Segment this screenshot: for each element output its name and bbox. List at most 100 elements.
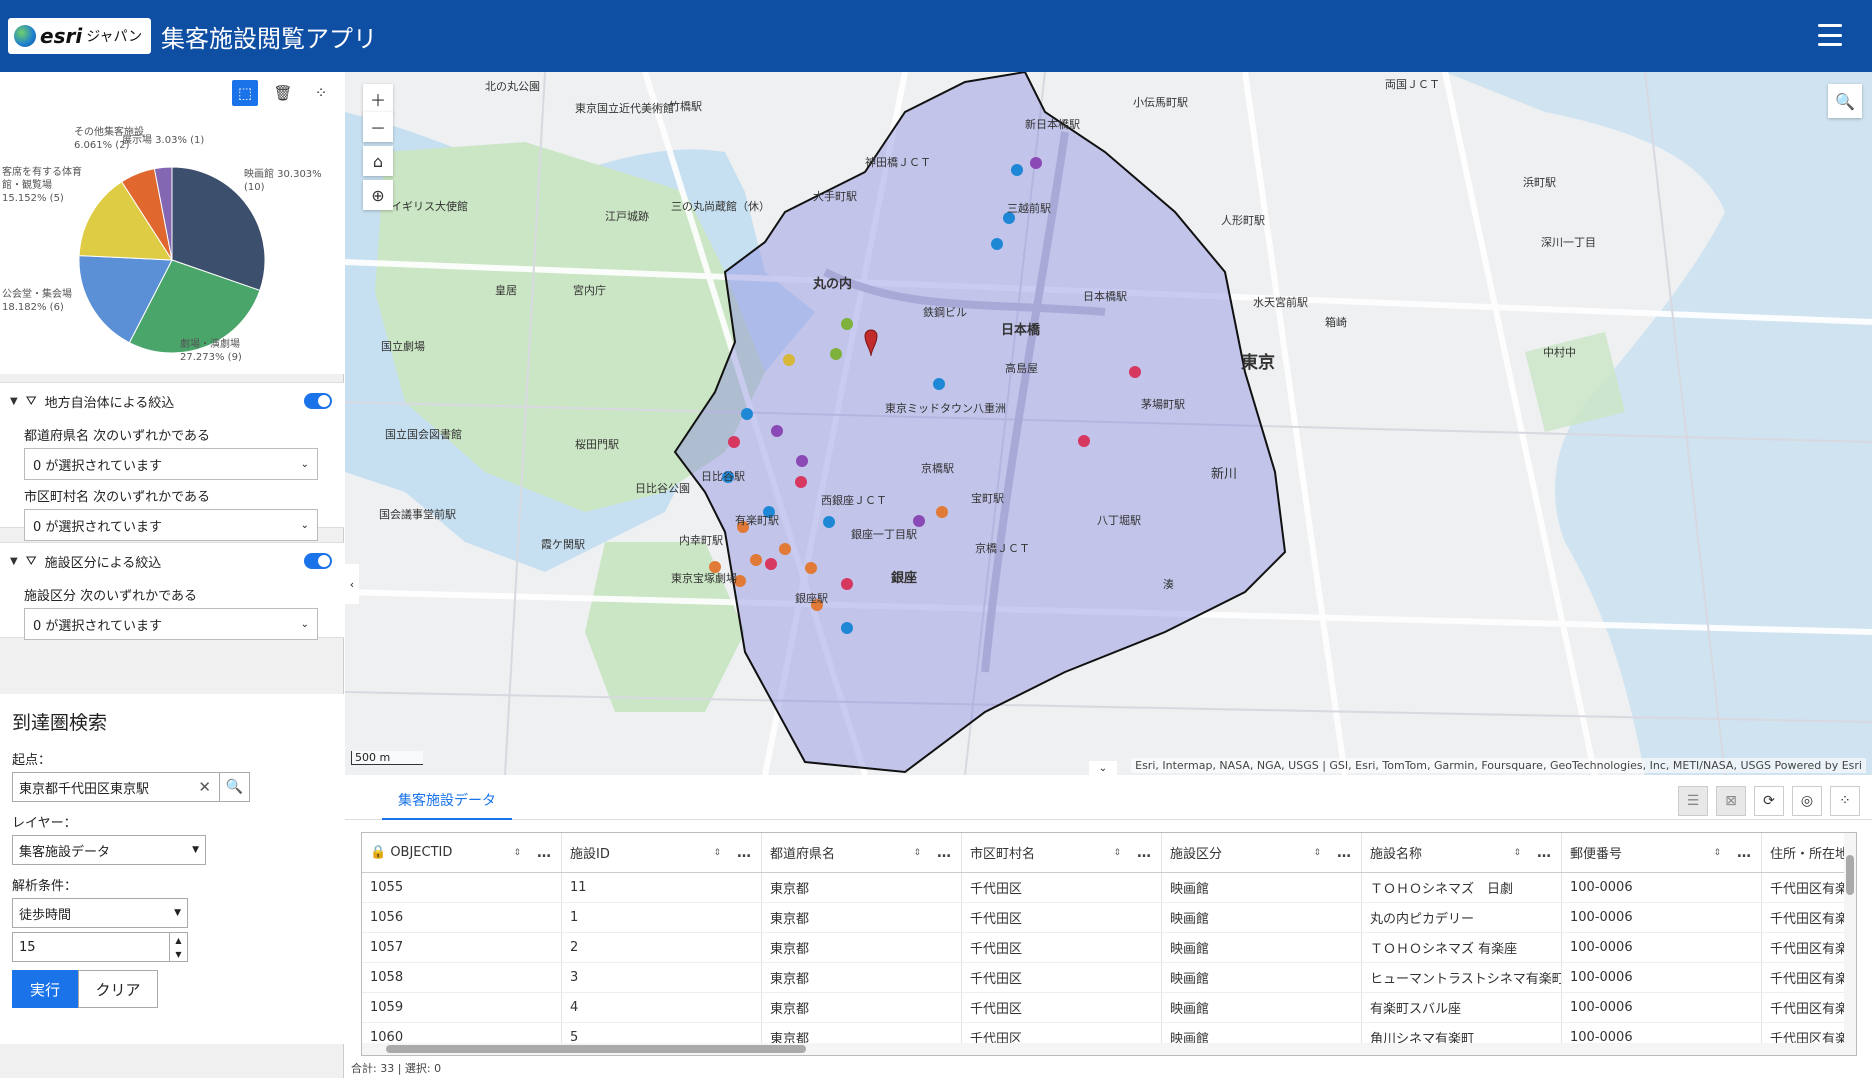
table-row[interactable]: 1056 1 東京都 千代田区 映画館 丸の内ピカデリー 100-0006 千代田区有楽町 [362,903,1856,933]
home-icon[interactable]: ⌂ [363,146,393,176]
city-select[interactable]: 0 が選択されています ⌄ [24,509,318,541]
refresh-icon[interactable]: ⟳ [1754,786,1784,816]
type-select[interactable]: 0 が選択されています ⌄ [24,608,318,640]
map-label: 両国ＪＣＴ [1385,78,1440,91]
basemap: 北の丸公園 東京国立近代美術館 竹橋駅 神田橋ＪＣＴ 大手町駅 江戸城跡 三の丸… [345,72,1872,775]
chevron-down-icon[interactable]: ⌄ [1089,761,1117,775]
table-cell: 2 [562,933,762,962]
condition-value: 徒歩時間 [19,907,72,923]
column-header[interactable]: 施設名称 ⇕… [1362,833,1562,872]
minutes-input[interactable]: 15 ▲ ▼ [12,932,188,962]
esri-japan-logo: esri ジャパン [8,18,151,54]
table-cell: ＴＯＨＯシネマズ 有楽座 [1362,933,1562,962]
scale-bar: 500 m [351,751,423,765]
sort-icon[interactable]: ⇕ [1313,848,1321,858]
table-row[interactable]: 1058 3 東京都 千代田区 映画館 ヒューマントラストシネマ有楽町 100-0006 千代… [362,963,1856,993]
column-header[interactable]: 🔒 OBJECTID ⇕… [362,833,562,872]
horizontal-scrollbar[interactable] [362,1043,1856,1055]
run-button[interactable]: 実行 [12,970,78,1008]
grid-view-icon[interactable]: ⁘ [1830,786,1860,816]
filter-local-gov-toggle[interactable] [304,393,332,409]
sort-icon[interactable]: ⇕ [713,848,721,858]
map-label: 茅場町駅 [1141,398,1185,411]
globe-icon [14,25,36,47]
show-columns-icon[interactable]: ◎ [1792,786,1822,816]
column-menu-icon[interactable]: … [1137,845,1151,861]
filter-local-gov-header[interactable]: ▼ ⛛ 地方自治体による絞込 [0,383,344,419]
condition-select[interactable]: 徒歩時間 ▼ [12,898,188,928]
tab-facility-data[interactable]: 集客施設データ [382,790,512,820]
pref-select[interactable]: 0 が選択されています ⌄ [24,448,318,480]
table-cell: 千代田区有楽町 [1762,963,1856,992]
search-icon[interactable]: 🔍 [1828,84,1862,118]
clear-selection-icon[interactable]: ⊠ [1716,786,1746,816]
column-header[interactable]: 郵便番号 ⇕… [1562,833,1762,872]
map-label: 北の丸公園 [485,80,540,93]
table-row[interactable]: 1055 11 東京都 千代田区 映画館 ＴＯＨＯシネマズ 日劇 100-0006 千代田区有… [362,873,1856,903]
filter-facility-toggle[interactable] [304,553,332,569]
column-menu-icon[interactable]: … [1737,845,1751,861]
map-label: イギリス大使館 [391,199,468,213]
select-all-icon[interactable]: ☰ [1678,786,1708,816]
layer-select[interactable]: 集客施設データ ▼ [12,835,206,865]
city-label: 市区町村名 次のいずれかである [24,490,211,505]
column-menu-icon[interactable]: … [1337,845,1351,861]
table-cell: ヒューマントラストシネマ有楽町 [1362,963,1562,992]
clear-icon[interactable]: ✕ [198,778,211,796]
sort-icon[interactable]: ⇕ [1113,848,1121,858]
pie-label-gym: 客席を有する体育 館・観覧場 15.152% (5) [2,167,82,204]
column-header[interactable]: 都道府県名 ⇕… [762,833,962,872]
sort-icon[interactable]: ⇕ [513,848,521,858]
app-title: 集客施設閲覧アプリ [161,24,377,53]
logo-esri-text: esri [40,24,83,48]
map-label: 三越前駅 [1007,201,1051,215]
column-menu-icon[interactable]: … [937,845,951,861]
table-row[interactable]: 1057 2 東京都 千代田区 映画館 ＴＯＨＯシネマズ 有楽座 100-0006 千代田区有… [362,933,1856,963]
stepper-icon[interactable]: ▲ ▼ [169,933,187,961]
search-icon[interactable]: 🔍 [220,772,250,802]
map-label: 皇居 [495,283,517,297]
column-header[interactable]: 施設区分 ⇕… [1162,833,1362,872]
sort-icon[interactable]: ⇕ [1513,848,1521,858]
collapse-panel-icon[interactable]: ‹ [345,564,359,604]
map-label: 水天宮前駅 [1253,295,1308,309]
sort-icon[interactable]: ⇕ [1713,848,1721,858]
origin-input[interactable]: 東京都千代田区東京駅 ✕ [12,772,220,802]
column-menu-icon[interactable]: … [537,845,551,861]
locate-icon[interactable]: ⊕ [363,180,393,210]
map-label: 銀座一丁目駅 [851,527,917,541]
column-header[interactable]: 市区町村名 ⇕… [962,833,1162,872]
hamburger-menu-icon[interactable] [1818,24,1842,46]
pie-label-theater: 劇場・演劇場 27.273% (9) [180,339,242,363]
column-header[interactable]: 施設ID ⇕ … [562,833,762,872]
table-body: 1055 11 東京都 千代田区 映画館 ＴＯＨＯシネマズ 日劇 100-0006 千代田区有… [362,873,1856,1053]
table-cell: 千代田区 [962,963,1162,992]
map-label: 日比谷駅 [701,470,745,483]
zoom-out-button[interactable]: － [363,112,393,142]
table-cell: 4 [562,993,762,1022]
caret-down-icon[interactable]: ▼ [10,396,18,407]
table-cell: 千代田区 [962,933,1162,962]
origin-label: 起点： [12,753,52,768]
zoom-in-button[interactable]: ＋ [363,84,393,114]
table-cell: 千代田区 [962,873,1162,902]
table-cell: 1055 [362,873,562,902]
column-header-label: 施設ID [570,847,610,862]
table-row[interactable]: 1059 4 東京都 千代田区 映画館 有楽町スバル座 100-0006 千代田区有楽町 [362,993,1856,1023]
column-menu-icon[interactable]: … [1537,845,1551,861]
caret-down-icon[interactable]: ▼ [10,556,18,567]
map-label: 国会議事堂前駅 [379,507,456,521]
vertical-scrollbar[interactable] [1844,833,1856,1055]
table-cell: 1 [562,903,762,932]
sort-icon[interactable]: ⇕ [913,848,921,858]
logo-japan-text: ジャパン [86,29,143,45]
map-view[interactable]: 北の丸公園 東京国立近代美術館 竹橋駅 神田橋ＪＣＴ 大手町駅 江戸城跡 三の丸… [345,72,1872,775]
column-header[interactable]: 住所・所在地 [1762,833,1856,872]
clear-button[interactable]: クリア [78,970,158,1008]
table-cell: 東京都 [762,963,962,992]
filter-facility-header[interactable]: ▼ ⛛ 施設区分による絞込 [0,543,344,579]
table-toolbar: ☰ ⊠ ⟳ ◎ ⁘ [1678,786,1860,816]
column-menu-icon[interactable]: … [737,845,751,861]
map-label: 八丁堀駅 [1097,514,1141,527]
table-cell: 1057 [362,933,562,962]
